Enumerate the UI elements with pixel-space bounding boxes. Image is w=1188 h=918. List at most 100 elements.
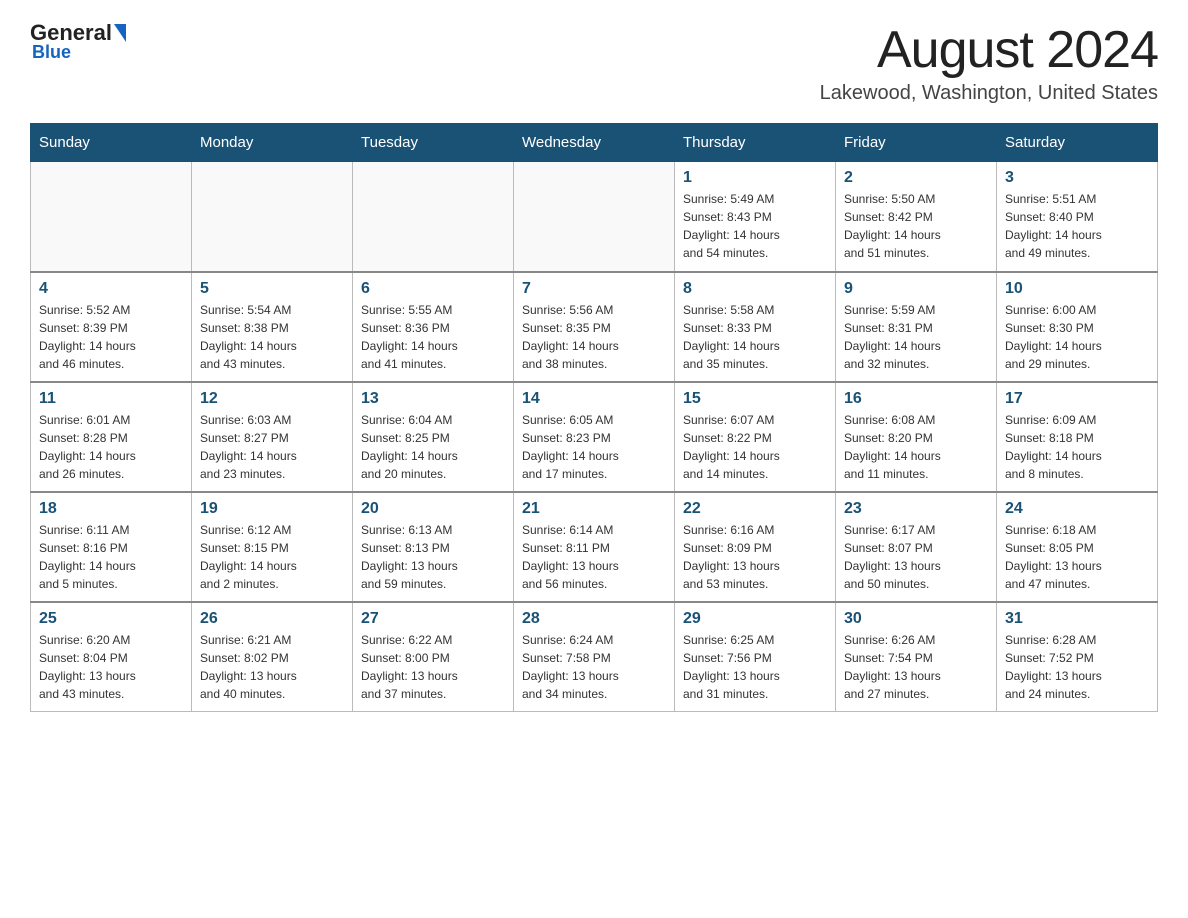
day-info: Sunrise: 5:54 AM Sunset: 8:38 PM Dayligh… — [200, 301, 344, 373]
calendar-cell: 10Sunrise: 6:00 AM Sunset: 8:30 PM Dayli… — [997, 272, 1158, 382]
calendar-cell: 26 Sunrise: 6:21 AM Sunset: 8:02 PM Dayli… — [192, 602, 353, 712]
day-number: 28 — [522, 610, 666, 628]
day-info: Sunrise: 6:17 AM Sunset: 8:07 PM Dayligh… — [844, 521, 988, 593]
calendar-cell — [353, 162, 514, 272]
calendar-cell: 3 Sunrise: 5:51 AM Sunset: 8:40 PM Daylig… — [997, 162, 1158, 272]
calendar-cell: 17 Sunrise: 6:09 AM Sunset: 8:18 PM Dayli… — [997, 382, 1158, 492]
calendar-cell: 4Sunrise: 5:52 AM Sunset: 8:39 PM Daylig… — [31, 272, 192, 382]
day-number: 20 — [361, 500, 505, 518]
calendar-week-4: 18 Sunrise: 6:11 AM Sunset: 8:16 PM Dayli… — [31, 492, 1158, 602]
logo: General Blue — [30, 20, 128, 63]
day-info: Sunrise: 5:56 AM Sunset: 8:35 PM Dayligh… — [522, 301, 666, 373]
page-header: General Blue August 2024 Lakewood, Washi… — [30, 20, 1158, 105]
day-info: Sunrise: 6:22 AM Sunset: 8:00 PM Dayligh… — [361, 631, 505, 703]
day-number: 22 — [683, 500, 827, 518]
calendar-cell: 23 Sunrise: 6:17 AM Sunset: 8:07 PM Dayli… — [836, 492, 997, 602]
calendar-cell: 18 Sunrise: 6:11 AM Sunset: 8:16 PM Dayli… — [31, 492, 192, 602]
day-number: 27 — [361, 610, 505, 628]
day-info: Sunrise: 5:50 AM Sunset: 8:42 PM Dayligh… — [844, 190, 988, 262]
day-number: 14 — [522, 390, 666, 408]
day-info: Sunrise: 6:26 AM Sunset: 7:54 PM Dayligh… — [844, 631, 988, 703]
day-number: 12 — [200, 390, 344, 408]
day-info: Sunrise: 5:52 AM Sunset: 8:39 PM Dayligh… — [39, 301, 183, 373]
calendar-cell: 21Sunrise: 6:14 AM Sunset: 8:11 PM Dayli… — [514, 492, 675, 602]
day-info: Sunrise: 6:12 AM Sunset: 8:15 PM Dayligh… — [200, 521, 344, 593]
day-number: 5 — [200, 280, 344, 298]
calendar-cell: 27 Sunrise: 6:22 AM Sunset: 8:00 PM Dayli… — [353, 602, 514, 712]
day-number: 1 — [683, 169, 827, 187]
day-number: 2 — [844, 169, 988, 187]
day-number: 17 — [1005, 390, 1149, 408]
day-header-tuesday: Tuesday — [353, 124, 514, 162]
calendar-cell: 2 Sunrise: 5:50 AM Sunset: 8:42 PM Daylig… — [836, 162, 997, 272]
calendar-cell — [514, 162, 675, 272]
calendar-cell: 31Sunrise: 6:28 AM Sunset: 7:52 PM Dayli… — [997, 602, 1158, 712]
page-subtitle: Lakewood, Washington, United States — [820, 82, 1158, 105]
calendar-table: SundayMondayTuesdayWednesdayThursdayFrid… — [30, 123, 1158, 712]
day-number: 6 — [361, 280, 505, 298]
day-info: Sunrise: 6:24 AM Sunset: 7:58 PM Dayligh… — [522, 631, 666, 703]
calendar-week-2: 4Sunrise: 5:52 AM Sunset: 8:39 PM Daylig… — [31, 272, 1158, 382]
day-info: Sunrise: 6:09 AM Sunset: 8:18 PM Dayligh… — [1005, 411, 1149, 483]
calendar-week-5: 25 Sunrise: 6:20 AM Sunset: 8:04 PM Dayli… — [31, 602, 1158, 712]
calendar-cell: 30Sunrise: 6:26 AM Sunset: 7:54 PM Dayli… — [836, 602, 997, 712]
calendar-cell: 28 Sunrise: 6:24 AM Sunset: 7:58 PM Dayli… — [514, 602, 675, 712]
day-number: 8 — [683, 280, 827, 298]
calendar-cell: 22 Sunrise: 6:16 AM Sunset: 8:09 PM Dayli… — [675, 492, 836, 602]
calendar-cell: 9 Sunrise: 5:59 AM Sunset: 8:31 PM Daylig… — [836, 272, 997, 382]
logo-blue: Blue — [32, 42, 71, 63]
day-number: 29 — [683, 610, 827, 628]
day-info: Sunrise: 6:28 AM Sunset: 7:52 PM Dayligh… — [1005, 631, 1149, 703]
day-info: Sunrise: 5:51 AM Sunset: 8:40 PM Dayligh… — [1005, 190, 1149, 262]
calendar-cell: 29Sunrise: 6:25 AM Sunset: 7:56 PM Dayli… — [675, 602, 836, 712]
day-info: Sunrise: 6:14 AM Sunset: 8:11 PM Dayligh… — [522, 521, 666, 593]
day-info: Sunrise: 6:05 AM Sunset: 8:23 PM Dayligh… — [522, 411, 666, 483]
logo-triangle-icon — [114, 24, 126, 42]
calendar-cell: 19 Sunrise: 6:12 AM Sunset: 8:15 PM Dayli… — [192, 492, 353, 602]
day-info: Sunrise: 6:07 AM Sunset: 8:22 PM Dayligh… — [683, 411, 827, 483]
day-header-monday: Monday — [192, 124, 353, 162]
day-number: 3 — [1005, 169, 1149, 187]
calendar-cell: 14 Sunrise: 6:05 AM Sunset: 8:23 PM Dayli… — [514, 382, 675, 492]
calendar-week-1: 1 Sunrise: 5:49 AM Sunset: 8:43 PM Daylig… — [31, 162, 1158, 272]
calendar-cell: 20 Sunrise: 6:13 AM Sunset: 8:13 PM Dayli… — [353, 492, 514, 602]
day-number: 19 — [200, 500, 344, 518]
calendar-cell: 7Sunrise: 5:56 AM Sunset: 8:35 PM Daylig… — [514, 272, 675, 382]
day-info: Sunrise: 5:55 AM Sunset: 8:36 PM Dayligh… — [361, 301, 505, 373]
calendar-cell: 25 Sunrise: 6:20 AM Sunset: 8:04 PM Dayli… — [31, 602, 192, 712]
calendar-cell — [192, 162, 353, 272]
day-number: 9 — [844, 280, 988, 298]
calendar-cell: 13Sunrise: 6:04 AM Sunset: 8:25 PM Dayli… — [353, 382, 514, 492]
day-number: 26 — [200, 610, 344, 628]
day-info: Sunrise: 5:49 AM Sunset: 8:43 PM Dayligh… — [683, 190, 827, 262]
day-number: 25 — [39, 610, 183, 628]
day-info: Sunrise: 5:59 AM Sunset: 8:31 PM Dayligh… — [844, 301, 988, 373]
calendar-cell: 16Sunrise: 6:08 AM Sunset: 8:20 PM Dayli… — [836, 382, 997, 492]
day-info: Sunrise: 6:18 AM Sunset: 8:05 PM Dayligh… — [1005, 521, 1149, 593]
day-header-wednesday: Wednesday — [514, 124, 675, 162]
day-info: Sunrise: 6:21 AM Sunset: 8:02 PM Dayligh… — [200, 631, 344, 703]
calendar-cell — [31, 162, 192, 272]
day-info: Sunrise: 6:08 AM Sunset: 8:20 PM Dayligh… — [844, 411, 988, 483]
day-info: Sunrise: 6:20 AM Sunset: 8:04 PM Dayligh… — [39, 631, 183, 703]
day-info: Sunrise: 6:16 AM Sunset: 8:09 PM Dayligh… — [683, 521, 827, 593]
calendar-cell: 6 Sunrise: 5:55 AM Sunset: 8:36 PM Daylig… — [353, 272, 514, 382]
day-number: 15 — [683, 390, 827, 408]
day-header-friday: Friday — [836, 124, 997, 162]
day-header-sunday: Sunday — [31, 124, 192, 162]
day-info: Sunrise: 6:13 AM Sunset: 8:13 PM Dayligh… — [361, 521, 505, 593]
calendar-cell: 1 Sunrise: 5:49 AM Sunset: 8:43 PM Daylig… — [675, 162, 836, 272]
day-number: 23 — [844, 500, 988, 518]
calendar-cell: 24 Sunrise: 6:18 AM Sunset: 8:05 PM Dayli… — [997, 492, 1158, 602]
calendar-cell: 11Sunrise: 6:01 AM Sunset: 8:28 PM Dayli… — [31, 382, 192, 492]
calendar-cell: 12Sunrise: 6:03 AM Sunset: 8:27 PM Dayli… — [192, 382, 353, 492]
day-info: Sunrise: 6:11 AM Sunset: 8:16 PM Dayligh… — [39, 521, 183, 593]
day-number: 18 — [39, 500, 183, 518]
day-info: Sunrise: 6:04 AM Sunset: 8:25 PM Dayligh… — [361, 411, 505, 483]
day-header-saturday: Saturday — [997, 124, 1158, 162]
calendar-week-3: 11Sunrise: 6:01 AM Sunset: 8:28 PM Dayli… — [31, 382, 1158, 492]
day-number: 24 — [1005, 500, 1149, 518]
day-info: Sunrise: 6:01 AM Sunset: 8:28 PM Dayligh… — [39, 411, 183, 483]
calendar-header-row: SundayMondayTuesdayWednesdayThursdayFrid… — [31, 124, 1158, 162]
day-info: Sunrise: 6:00 AM Sunset: 8:30 PM Dayligh… — [1005, 301, 1149, 373]
